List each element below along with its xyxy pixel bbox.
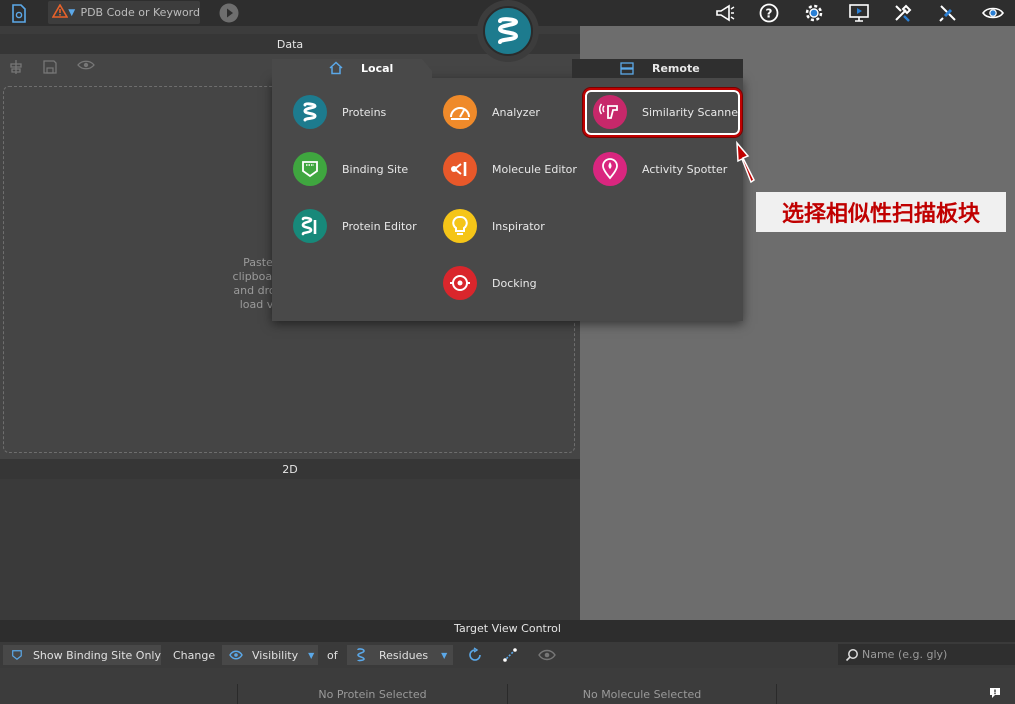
- target-view-control: Target View Control Show Binding Site On…: [0, 620, 1015, 668]
- chevron-down-icon[interactable]: ▼: [68, 8, 76, 18]
- app-protein-editor-label: Protein Editor: [342, 219, 417, 233]
- residue-name-placeholder: Name (e.g. gly): [862, 648, 948, 661]
- settings-icon[interactable]: [792, 1, 837, 25]
- notification-icon[interactable]: [989, 687, 1001, 702]
- app-logo-button[interactable]: [477, 0, 539, 62]
- tab-local-label: Local: [361, 62, 394, 75]
- lightbulb-icon: [443, 209, 477, 243]
- file-icon[interactable]: [8, 2, 30, 24]
- 2d-panel-title: 2D: [0, 459, 580, 479]
- app-proteins[interactable]: Proteins: [293, 94, 386, 130]
- search-icon: [845, 648, 858, 661]
- 2d-panel: 2D: [0, 459, 580, 620]
- annotation-arrow-icon: [736, 140, 755, 184]
- binding-site-small-icon: [12, 650, 22, 661]
- highlight-box: [583, 88, 742, 137]
- molecule-status: No Molecule Selected: [507, 684, 776, 704]
- app-molecule-editor-label: Molecule Editor: [492, 162, 577, 176]
- hidden-view-icon[interactable]: [538, 647, 556, 666]
- megaphone-icon[interactable]: [702, 1, 747, 25]
- gauge-icon: [443, 95, 477, 129]
- app-activity-spotter[interactable]: Activity Spotter: [593, 151, 727, 187]
- visibility-dropdown[interactable]: Visibility ▼: [222, 645, 318, 665]
- measure-icon[interactable]: [502, 647, 518, 666]
- tools-icon[interactable]: [881, 1, 926, 25]
- pdb-search-field[interactable]: ▼ PDB Code or Keyword: [48, 1, 200, 24]
- app-molecule-editor[interactable]: Molecule Editor: [443, 151, 577, 187]
- proteins-icon: [293, 95, 327, 129]
- protein-status: No Protein Selected: [237, 684, 507, 704]
- annotation-callout: 选择相似性扫描板块: [756, 192, 1006, 232]
- search-placeholder: PDB Code or Keyword: [80, 6, 200, 19]
- protein-editor-icon: [293, 209, 327, 243]
- play-icon[interactable]: [218, 2, 240, 24]
- activity-spotter-icon: [593, 152, 627, 186]
- top-right-icons: ?: [702, 1, 1015, 25]
- save-icon[interactable]: [42, 59, 58, 78]
- warning-icon[interactable]: [51, 3, 69, 21]
- chevron-down-icon: ▼: [441, 650, 448, 660]
- show-binding-site-only-toggle[interactable]: Show Binding Site Only: [3, 645, 161, 665]
- show-binding-site-only-label: Show Binding Site Only: [32, 648, 161, 662]
- residues-label: Residues: [379, 648, 429, 662]
- home-icon: [329, 61, 343, 78]
- app-analyzer-label: Analyzer: [492, 105, 540, 119]
- app-binding-site-label: Binding Site: [342, 162, 409, 176]
- view-icon[interactable]: [76, 59, 96, 78]
- logo-icon: [483, 6, 533, 56]
- satellite-icon[interactable]: [926, 1, 971, 25]
- help-icon[interactable]: ?: [747, 1, 792, 25]
- residues-icon: [357, 648, 365, 662]
- app-protein-editor[interactable]: Protein Editor: [293, 208, 417, 244]
- svg-text:?: ?: [766, 7, 773, 21]
- residue-name-search-input[interactable]: Name (e.g. gly): [838, 644, 1015, 665]
- app-activity-spotter-label: Activity Spotter: [642, 162, 728, 176]
- chevron-down-icon: ▼: [308, 650, 315, 660]
- server-icon: [620, 62, 634, 78]
- status-extra: [776, 684, 1015, 704]
- app-proteins-label: Proteins: [342, 105, 387, 119]
- change-label: Change: [173, 648, 216, 662]
- docking-icon: [443, 266, 477, 300]
- app-inspirator[interactable]: Inspirator: [443, 208, 545, 244]
- eye-icon[interactable]: [970, 1, 1015, 25]
- app-docking[interactable]: Docking: [443, 265, 537, 301]
- residues-dropdown[interactable]: Residues ▼: [347, 645, 453, 665]
- app-inspirator-label: Inspirator: [492, 219, 545, 233]
- app-docking-label: Docking: [492, 276, 537, 290]
- rotate-icon[interactable]: [467, 647, 483, 666]
- tab-remote[interactable]: Remote: [572, 59, 743, 78]
- molecule-editor-icon: [443, 152, 477, 186]
- tab-local[interactable]: Local: [272, 59, 432, 78]
- of-label: of: [327, 648, 338, 662]
- target-view-control-title: Target View Control: [454, 622, 561, 635]
- binding-site-icon: [293, 152, 327, 186]
- app-binding-site[interactable]: Binding Site: [293, 151, 408, 187]
- status-bar: No Protein Selected No Molecule Selected: [0, 668, 1015, 704]
- align-icon[interactable]: [8, 59, 24, 78]
- target-view-control-bar: Show Binding Site Only Change Visibility…: [0, 642, 1015, 668]
- visibility-eye-icon: [229, 650, 243, 660]
- tab-remote-label: Remote: [652, 62, 700, 75]
- visibility-label: Visibility: [252, 648, 299, 662]
- monitor-icon[interactable]: [836, 1, 881, 25]
- app-analyzer[interactable]: Analyzer: [443, 94, 540, 130]
